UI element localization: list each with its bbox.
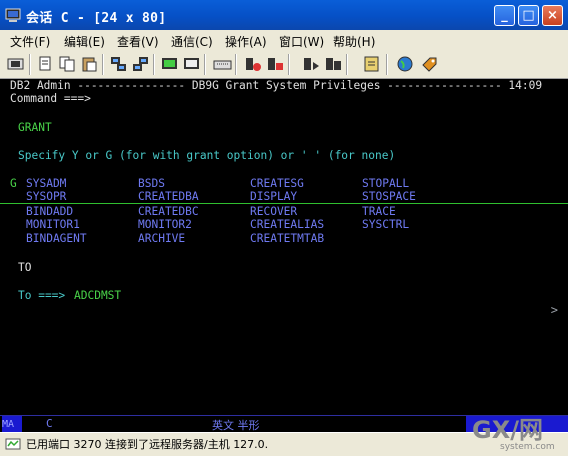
- privilege-field[interactable]: CREATEDBC: [138, 205, 199, 218]
- menu-bar: 文件(F) 编辑(E) 查看(V) 通信(C) 操作(A) 窗口(W) 帮助(H…: [0, 30, 568, 52]
- oia-session: C: [46, 417, 53, 430]
- privilege-field[interactable]: STOSPACE: [362, 190, 416, 203]
- privilege-field[interactable]: MONITOR1: [26, 218, 80, 231]
- privilege-field[interactable]: BSDS: [138, 177, 165, 190]
- privilege-field[interactable]: RECOVER: [250, 205, 297, 218]
- play-macro-icon[interactable]: [302, 55, 321, 73]
- tag-icon[interactable]: [420, 55, 439, 73]
- gxi-watermark-logo: GX/网 system.com: [472, 416, 555, 452]
- globe-icon[interactable]: [396, 55, 415, 73]
- toolbar-separator: [235, 54, 237, 75]
- toolbar-separator: [346, 54, 348, 75]
- command-prompt[interactable]: Command ===>: [10, 92, 91, 105]
- record-macro-icon[interactable]: [244, 55, 263, 73]
- paste-icon[interactable]: [80, 55, 99, 73]
- privilege-field[interactable]: SYSADM: [26, 177, 66, 190]
- receive-file-icon[interactable]: [131, 55, 150, 73]
- privilege-field[interactable]: STOPALL: [362, 177, 409, 190]
- keyboard-icon[interactable]: [213, 55, 232, 73]
- display-icon[interactable]: [160, 55, 179, 73]
- svg-text:system.com: system.com: [500, 442, 555, 452]
- maximize-button[interactable]: □: [518, 5, 539, 26]
- privilege-field[interactable]: BINDAGENT: [26, 232, 87, 245]
- menu-actions[interactable]: 操作(A): [225, 33, 267, 50]
- menu-window[interactable]: 窗口(W): [279, 33, 324, 50]
- copy-icon[interactable]: [58, 55, 77, 73]
- stop-macro-icon[interactable]: [266, 55, 285, 73]
- section-heading: GRANT: [18, 121, 52, 134]
- oia-mode: MA: [2, 416, 22, 433]
- privilege-field[interactable]: CREATEDBA: [138, 190, 199, 203]
- scroll-right-indicator[interactable]: >: [551, 303, 558, 317]
- to-prompt: To ===>: [18, 289, 66, 302]
- window-title: 会话 C - [24 x 80]: [26, 11, 167, 26]
- connection-status: 已用端口 3270 连接到了远程服务器/主机 127.0.: [26, 438, 269, 451]
- print-screen-icon[interactable]: [6, 55, 25, 73]
- toolbar-separator: [102, 54, 104, 75]
- menu-file[interactable]: 文件(F): [10, 33, 50, 50]
- menu-edit[interactable]: 编辑(E): [64, 33, 105, 50]
- display-setup-icon[interactable]: [182, 55, 201, 73]
- privilege-field[interactable]: TRACE: [362, 205, 396, 218]
- title-bar[interactable]: 会话 C - [24 x 80] _ □ ×: [0, 0, 568, 30]
- instruction-text: Specify Y or G (for with grant option) o…: [18, 149, 396, 162]
- cursor-crosshair-line: [0, 203, 568, 204]
- privilege-field[interactable]: SYSCTRL: [362, 218, 409, 231]
- toolbar-separator: [204, 54, 206, 75]
- privilege-field[interactable]: CREATETMTAB: [250, 232, 324, 245]
- cut-icon[interactable]: [36, 55, 55, 73]
- terminal-app-icon: [5, 8, 21, 22]
- to-label: TO: [18, 261, 32, 274]
- menu-view[interactable]: 查看(V): [117, 33, 159, 50]
- screen-header: DB2 Admin ---------------- DB9G Grant Sy…: [10, 79, 543, 92]
- privilege-field[interactable]: CREATEALIAS: [250, 218, 324, 231]
- oia-ime-mode: 英文 半形: [212, 419, 260, 432]
- to-input-field[interactable]: ADCDMST: [74, 289, 121, 302]
- menu-help[interactable]: 帮助(H): [333, 33, 375, 50]
- close-button[interactable]: ×: [542, 5, 563, 26]
- privilege-field[interactable]: DISPLAY: [250, 190, 297, 203]
- terminal-screen[interactable]: DB2 Admin ---------------- DB9G Grant Sy…: [0, 79, 568, 415]
- connection-icon: [5, 438, 21, 450]
- clipboard-icon[interactable]: [362, 55, 381, 73]
- privilege-field[interactable]: CREATESG: [250, 177, 304, 190]
- toolbar-separator: [29, 54, 31, 75]
- toolbar-separator: [153, 54, 155, 75]
- privilege-field[interactable]: MONITOR2: [138, 218, 192, 231]
- macro-list-icon[interactable]: [324, 55, 343, 73]
- toolbar: [0, 51, 568, 79]
- minimize-button[interactable]: _: [494, 5, 515, 26]
- grant-indicator[interactable]: G: [10, 177, 17, 190]
- send-file-icon[interactable]: [109, 55, 128, 73]
- menu-communication[interactable]: 通信(C): [171, 33, 213, 50]
- privilege-field[interactable]: SYSOPR: [26, 190, 66, 203]
- toolbar-separator: [386, 54, 388, 75]
- svg-text:GX/网: GX/网: [472, 416, 543, 444]
- privilege-field[interactable]: BINDADD: [26, 205, 73, 218]
- toolbar-separator: [288, 54, 290, 75]
- privilege-field[interactable]: ARCHIVE: [138, 232, 185, 245]
